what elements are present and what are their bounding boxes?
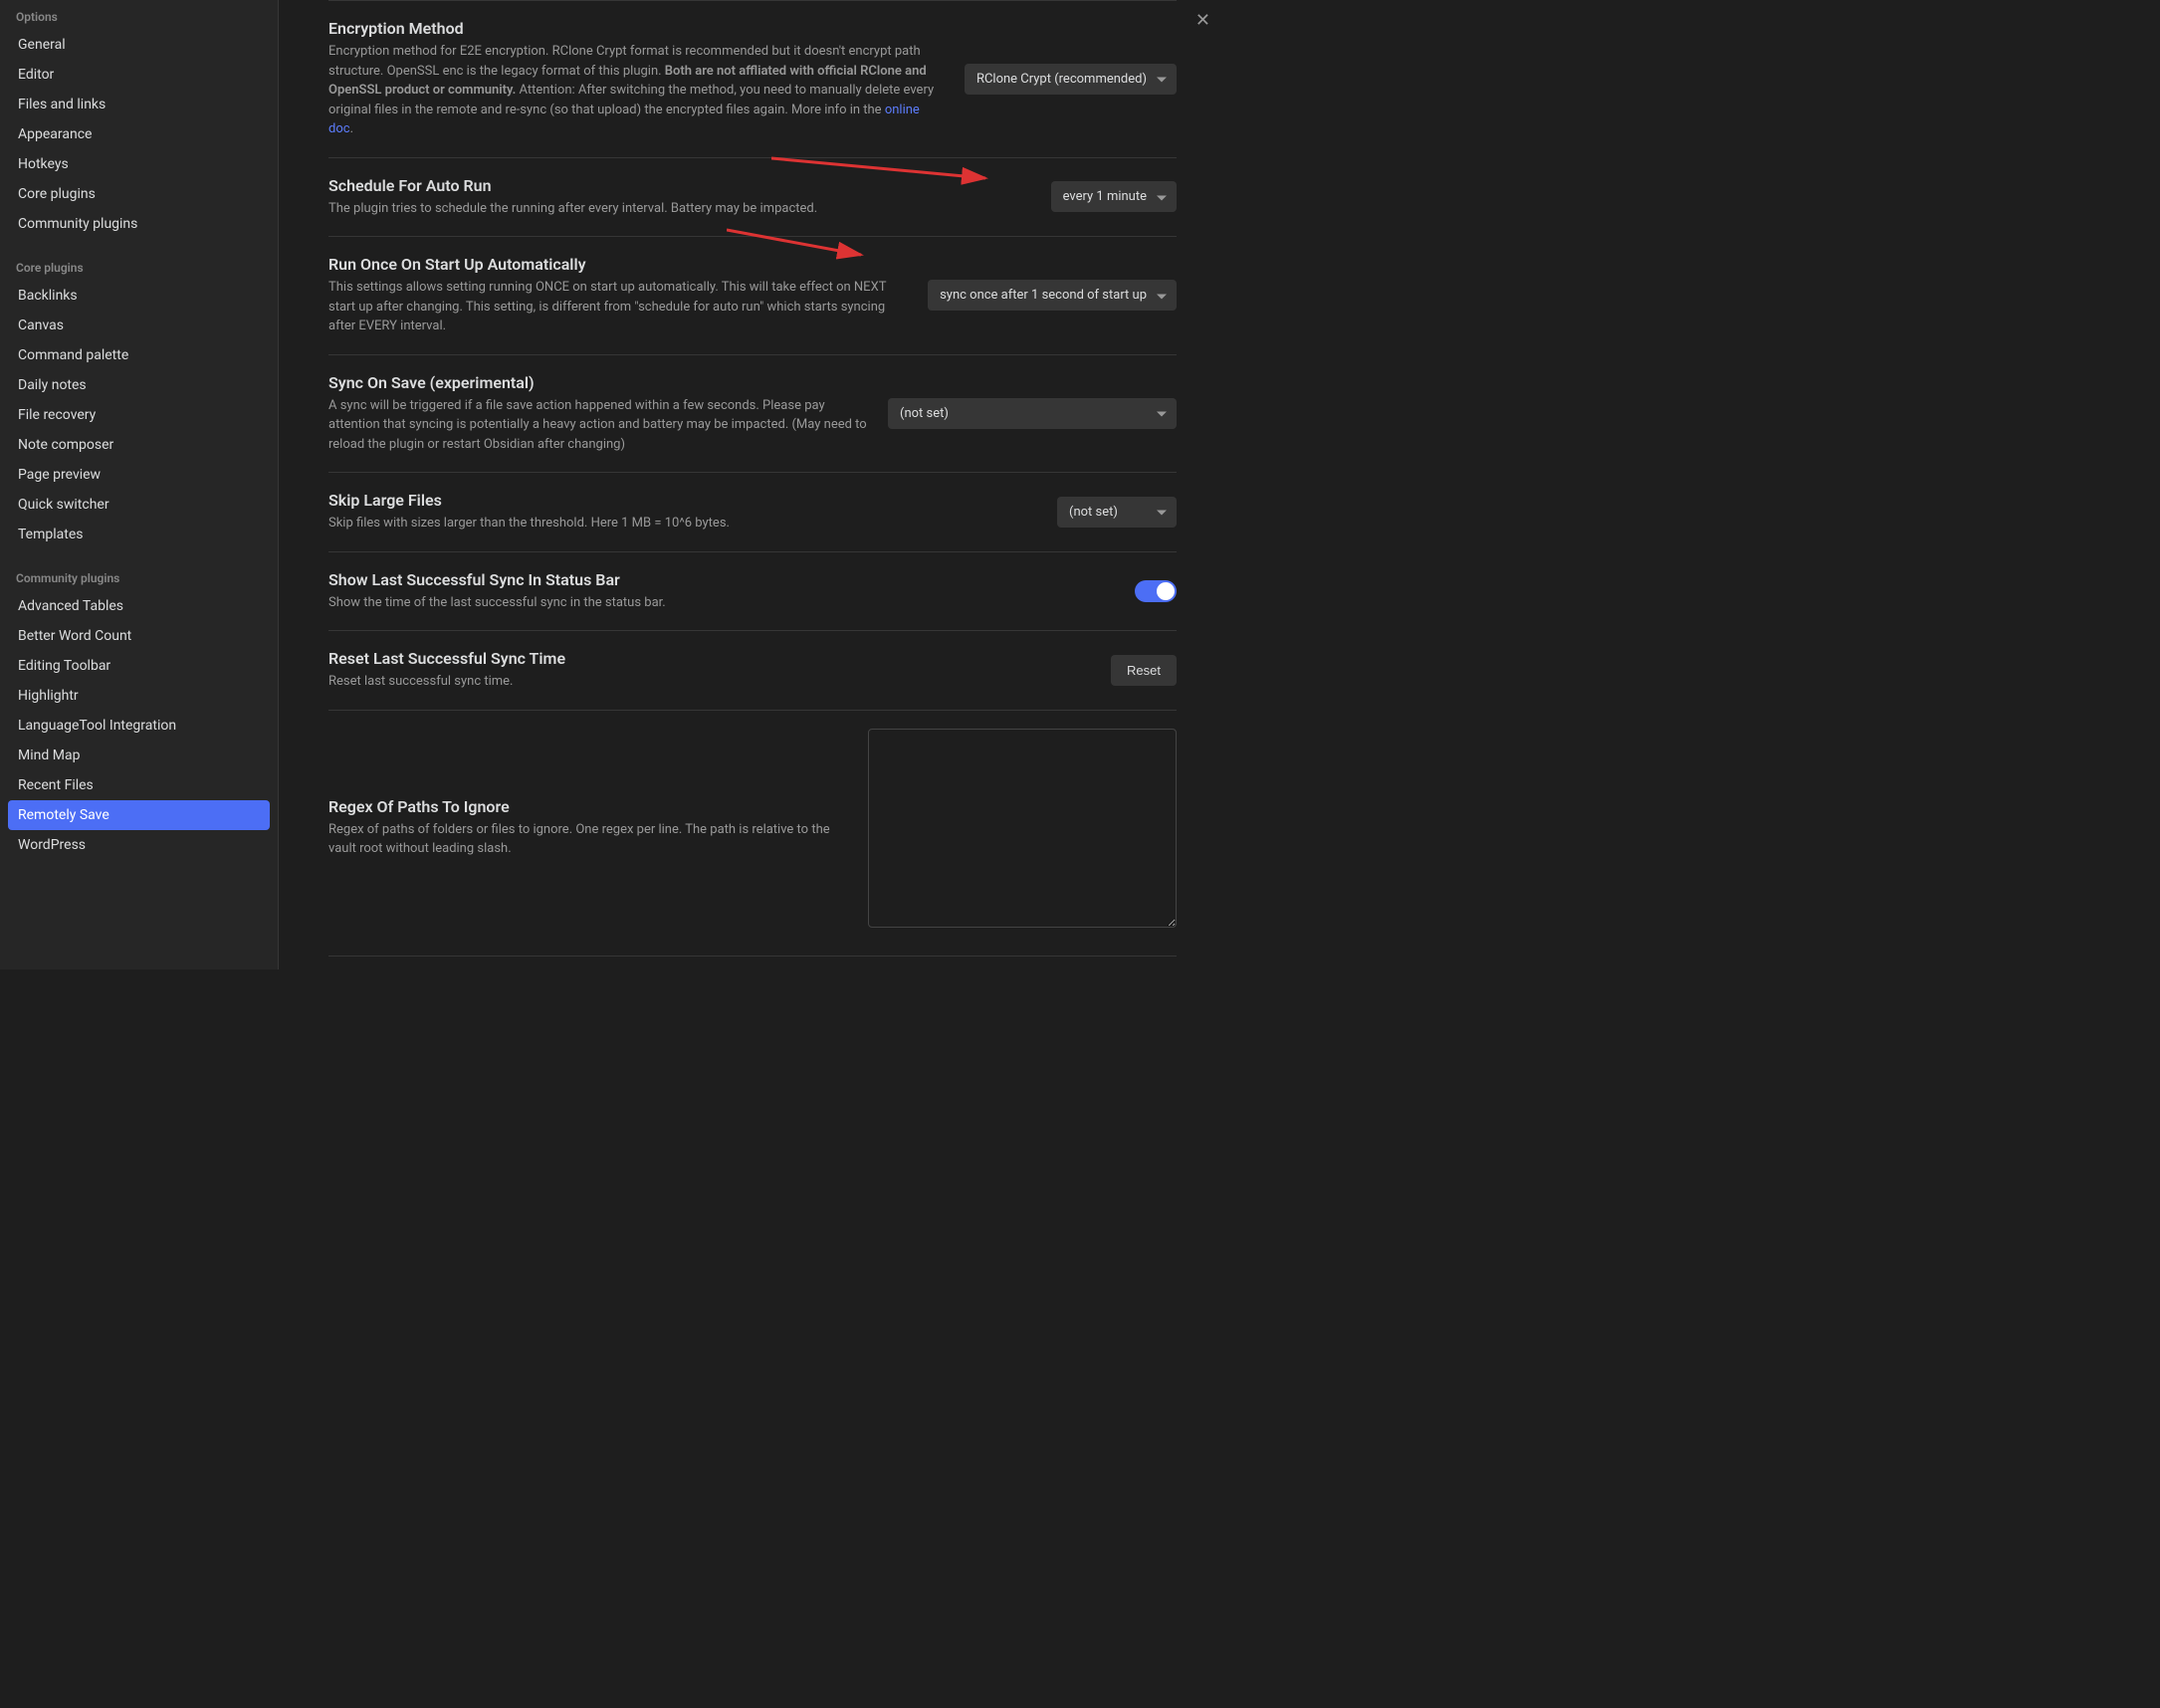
sidebar-item-appearance[interactable]: Appearance <box>8 119 270 149</box>
sidebar-core-label: Core plugins <box>8 251 270 281</box>
setting-desc: Reset last successful sync time. <box>328 672 1091 692</box>
sidebar-item-note-composer[interactable]: Note composer <box>8 430 270 460</box>
setting-show-last-sync-status: Show Last Successful Sync In Status Bar … <box>328 551 1177 631</box>
toggle-knob <box>1157 582 1175 600</box>
sidebar-item-community-plugins[interactable]: Community plugins <box>8 209 270 239</box>
setting-title: Regex Of Paths To Ignore <box>328 797 848 816</box>
sidebar-item-canvas[interactable]: Canvas <box>8 311 270 340</box>
settings-main: ✕ Encryption Method Encryption method fo… <box>279 0 1226 969</box>
sidebar-item-remotely-save[interactable]: Remotely Save <box>8 800 270 830</box>
schedule-auto-run-select[interactable]: every 1 minute <box>1051 181 1177 212</box>
setting-schedule-auto-run: Schedule For Auto Run The plugin tries t… <box>328 157 1177 237</box>
sidebar-item-files-links[interactable]: Files and links <box>8 90 270 119</box>
encryption-method-select[interactable]: RClone Crypt (recommended) <box>965 64 1177 95</box>
setting-desc: Encryption method for E2E encryption. RC… <box>328 42 945 139</box>
sidebar-item-advanced-tables[interactable]: Advanced Tables <box>8 591 270 621</box>
advanced-settings-header: Advanced Settings <box>328 956 1177 970</box>
run-once-startup-select[interactable]: sync once after 1 second of start up <box>928 280 1177 311</box>
sidebar-item-general[interactable]: General <box>8 30 270 60</box>
sidebar-item-command-palette[interactable]: Command palette <box>8 340 270 370</box>
show-last-sync-toggle[interactable] <box>1135 580 1177 602</box>
setting-desc: Skip files with sizes larger than the th… <box>328 514 1037 534</box>
setting-title: Show Last Successful Sync In Status Bar <box>328 570 1115 589</box>
sidebar-item-mind-map[interactable]: Mind Map <box>8 741 270 770</box>
sidebar-item-backlinks[interactable]: Backlinks <box>8 281 270 311</box>
sidebar-item-editing-toolbar[interactable]: Editing Toolbar <box>8 651 270 681</box>
setting-skip-large-files: Skip Large Files Skip files with sizes l… <box>328 472 1177 551</box>
sync-on-save-select[interactable]: (not set) <box>888 398 1177 429</box>
setting-title: Sync On Save (experimental) <box>328 373 868 392</box>
setting-sync-on-save: Sync On Save (experimental) A sync will … <box>328 354 1177 473</box>
sidebar-item-highlightr[interactable]: Highlightr <box>8 681 270 711</box>
setting-title: Reset Last Successful Sync Time <box>328 649 1091 668</box>
skip-large-files-select[interactable]: (not set) <box>1057 497 1177 528</box>
setting-title: Encryption Method <box>328 19 945 38</box>
sidebar-item-daily-notes[interactable]: Daily notes <box>8 370 270 400</box>
sidebar-item-recent-files[interactable]: Recent Files <box>8 770 270 800</box>
setting-reset-last-sync: Reset Last Successful Sync Time Reset la… <box>328 630 1177 710</box>
sidebar-item-languagetool[interactable]: LanguageTool Integration <box>8 711 270 741</box>
sidebar-item-page-preview[interactable]: Page preview <box>8 460 270 490</box>
sidebar-options-label: Options <box>8 0 270 30</box>
setting-regex-ignore: Regex Of Paths To Ignore Regex of paths … <box>328 710 1177 946</box>
sidebar-item-better-word-count[interactable]: Better Word Count <box>8 621 270 651</box>
setting-desc: Show the time of the last successful syn… <box>328 593 1115 613</box>
sidebar-item-quick-switcher[interactable]: Quick switcher <box>8 490 270 520</box>
setting-title: Schedule For Auto Run <box>328 176 1031 195</box>
reset-button[interactable]: Reset <box>1111 655 1177 686</box>
setting-desc: A sync will be triggered if a file save … <box>328 396 868 455</box>
sidebar-item-core-plugins[interactable]: Core plugins <box>8 179 270 209</box>
sidebar-item-wordpress[interactable]: WordPress <box>8 830 270 860</box>
setting-desc: The plugin tries to schedule the running… <box>328 199 1031 219</box>
setting-desc: This settings allows setting running ONC… <box>328 278 908 336</box>
setting-title: Skip Large Files <box>328 491 1037 510</box>
sidebar-community-label: Community plugins <box>8 561 270 591</box>
regex-ignore-textarea[interactable] <box>868 729 1177 928</box>
setting-title: Run Once On Start Up Automatically <box>328 255 908 274</box>
close-icon[interactable]: ✕ <box>1195 10 1210 31</box>
sidebar-item-hotkeys[interactable]: Hotkeys <box>8 149 270 179</box>
setting-run-once-startup: Run Once On Start Up Automatically This … <box>328 236 1177 354</box>
settings-sidebar: Options General Editor Files and links A… <box>0 0 279 969</box>
sidebar-item-templates[interactable]: Templates <box>8 520 270 549</box>
sidebar-item-file-recovery[interactable]: File recovery <box>8 400 270 430</box>
sidebar-item-editor[interactable]: Editor <box>8 60 270 90</box>
setting-desc: Regex of paths of folders or files to ig… <box>328 820 848 859</box>
setting-encryption-method: Encryption Method Encryption method for … <box>328 0 1177 157</box>
